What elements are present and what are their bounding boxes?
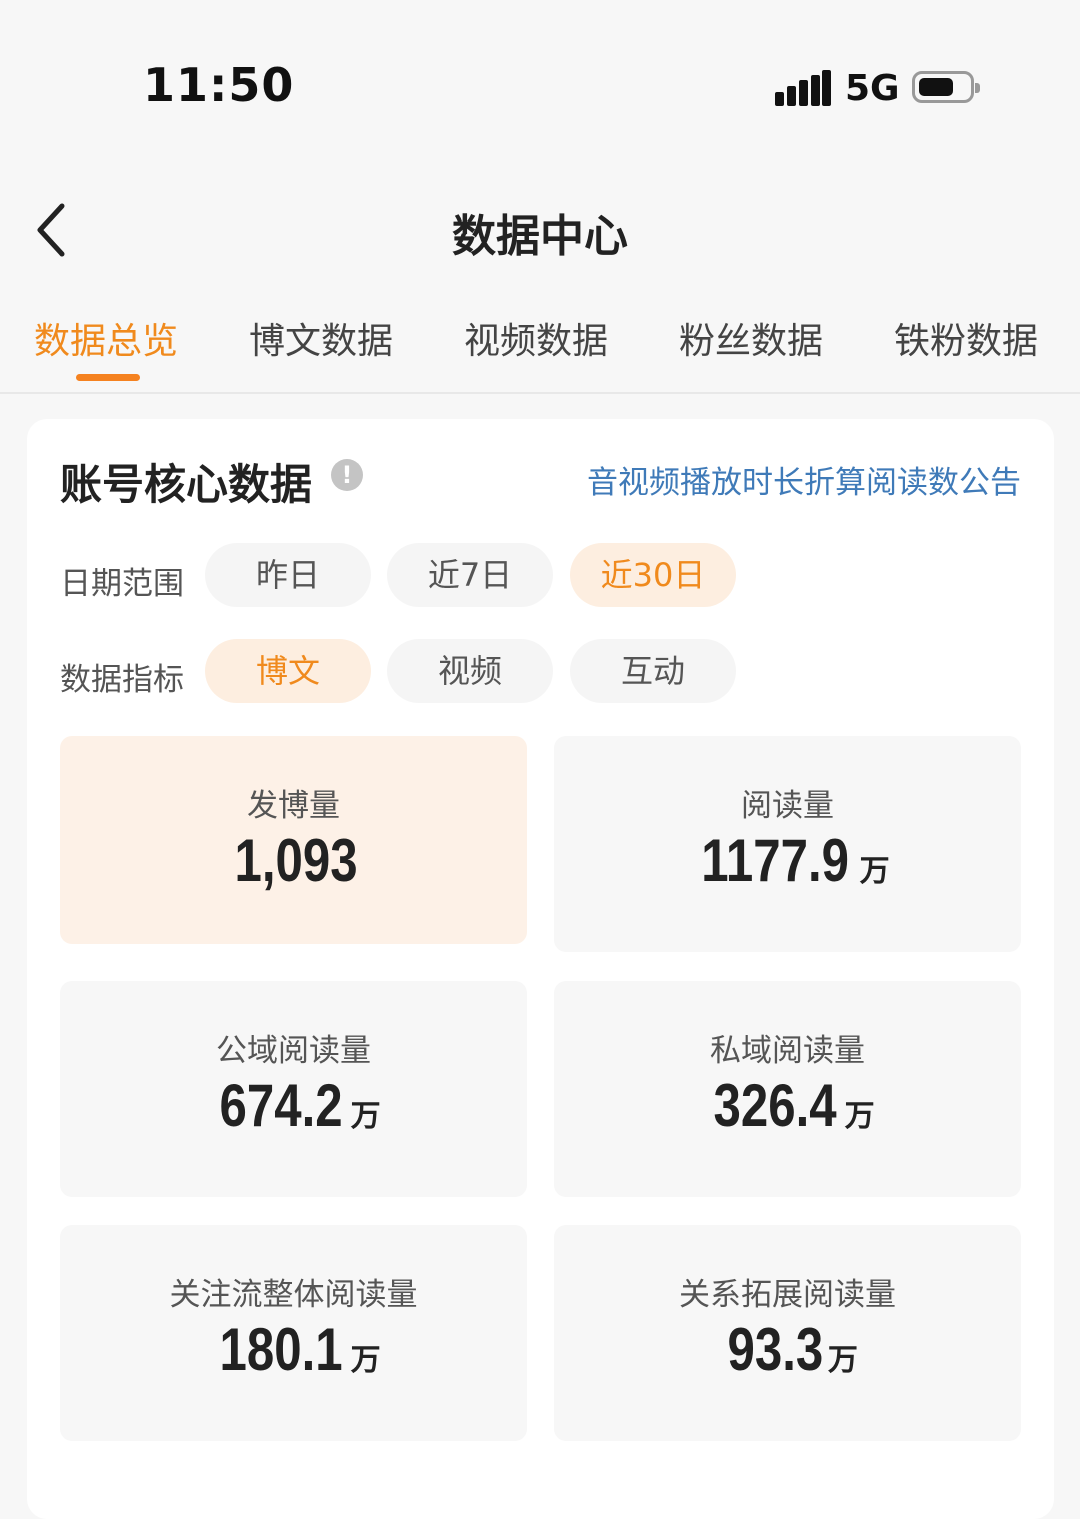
metric-value: 1177.9 万 (701, 827, 890, 894)
metric-label: 关注流整体阅读量 (169, 1277, 418, 1313)
date-option-yesterday[interactable]: 昨日 (205, 543, 371, 607)
tab-fans[interactable]: 粉丝数据 (679, 312, 823, 364)
metric-label: 私域阅读量 (710, 1033, 865, 1069)
metric-tile-reads[interactable]: 阅读量 1177.9 万 (554, 736, 1021, 952)
status-time: 11:50 (143, 58, 295, 112)
metric-label: 公域阅读量 (216, 1033, 371, 1069)
tab-bar: 数据总览 博文数据 视频数据 粉丝数据 铁粉数据 (0, 290, 1080, 394)
core-data-card: 账号核心数据 ! 音视频播放时长折算阅读数公告 日期范围 昨日 近7日 近30日… (27, 419, 1054, 1519)
nav-bar: 数据中心 (0, 170, 1080, 290)
date-range-label: 日期范围 (60, 566, 184, 602)
network-type: 5G (845, 68, 900, 109)
tab-videos[interactable]: 视频数据 (464, 312, 608, 364)
metric-tile-posts[interactable]: 发博量 1,093 (60, 736, 527, 944)
status-bar: 11:50 5G (0, 0, 1080, 170)
metric-label: 阅读量 (741, 788, 834, 824)
card-title: 账号核心数据 (60, 460, 313, 509)
tab-loyal-fans[interactable]: 铁粉数据 (894, 312, 1038, 364)
info-icon[interactable]: ! (331, 459, 363, 491)
notice-link[interactable]: 音视频播放时长折算阅读数公告 (587, 457, 1021, 502)
battery-icon (912, 71, 980, 103)
signal-icon (775, 70, 831, 106)
metric-option-interactions[interactable]: 互动 (570, 639, 736, 703)
metric-type-label: 数据指标 (60, 662, 184, 698)
metric-label: 关系拓展阅读量 (679, 1277, 896, 1313)
metric-label: 发博量 (247, 788, 340, 824)
metric-tile-follow-feed-reads[interactable]: 关注流整体阅读量 180.1 万 (60, 1225, 527, 1441)
metric-value: 1,093 (234, 827, 359, 894)
active-tab-indicator (76, 374, 140, 381)
metric-tile-public-reads[interactable]: 公域阅读量 674.2 万 (60, 981, 527, 1197)
metric-value: 93.3 万 (727, 1316, 858, 1383)
metric-option-videos[interactable]: 视频 (387, 639, 553, 703)
metric-value: 326.4 万 (713, 1072, 875, 1139)
metric-value: 674.2 万 (219, 1072, 381, 1139)
metric-tile-private-reads[interactable]: 私域阅读量 326.4 万 (554, 981, 1021, 1197)
page-title: 数据中心 (452, 211, 628, 262)
metric-tile-relation-reads[interactable]: 关系拓展阅读量 93.3 万 (554, 1225, 1021, 1441)
metric-option-posts[interactable]: 博文 (205, 639, 371, 703)
tab-overview[interactable]: 数据总览 (34, 312, 178, 364)
date-option-7days[interactable]: 近7日 (387, 543, 553, 607)
date-option-30days[interactable]: 近30日 (570, 543, 736, 607)
tab-posts[interactable]: 博文数据 (249, 312, 393, 364)
metric-value: 180.1 万 (219, 1316, 381, 1383)
